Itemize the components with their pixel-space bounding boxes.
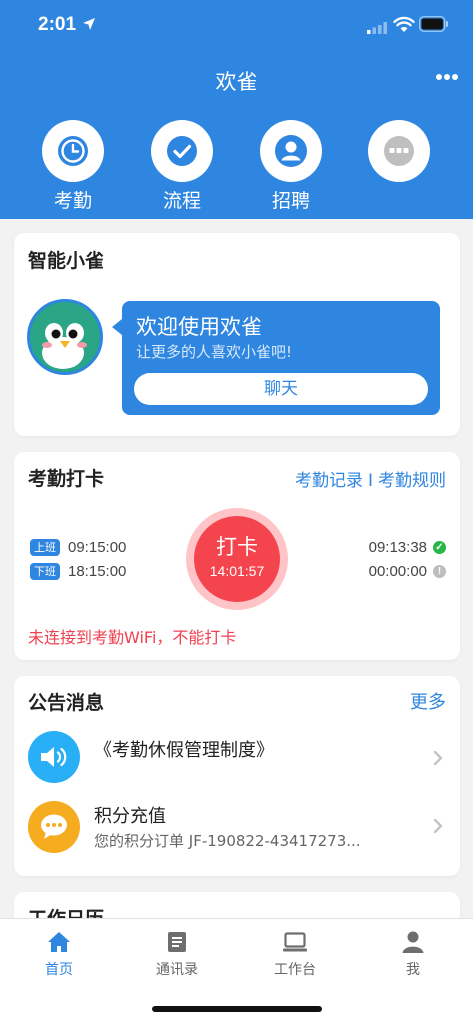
attendance-title: 考勤打卡 — [28, 468, 105, 490]
location-arrow-icon — [83, 18, 95, 30]
tab-home[interactable]: 首页 — [0, 929, 118, 979]
off-duty-row: 下班 18:15:00 — [30, 562, 126, 580]
cellular-signal-icon — [367, 22, 387, 34]
checkout-record: 00:00:00 ! — [369, 562, 446, 580]
welcome-text: 欢迎使用欢雀 — [136, 315, 262, 339]
tab-label: 通讯录 — [156, 962, 198, 978]
penguin-mascot-icon — [30, 302, 100, 372]
app-header: 2:01 欢雀 考勤 流程 招聘 — [0, 0, 473, 219]
notices-more-link[interactable]: 更多 — [410, 688, 446, 714]
off-duty-tag: 下班 — [30, 562, 60, 580]
shortcut-workflow[interactable]: 流程 — [150, 120, 214, 213]
home-indicator — [152, 1006, 322, 1012]
punch-button[interactable]: 打卡 14:01:57 — [194, 516, 280, 602]
check-icon — [167, 136, 197, 166]
success-check-icon: ✓ — [433, 540, 446, 554]
attendance-records-link[interactable]: 考勤记录 — [295, 471, 363, 491]
more-menu-icon[interactable] — [435, 72, 459, 82]
punch-label: 打卡 — [216, 535, 258, 559]
tab-me[interactable]: 我 — [354, 929, 472, 979]
on-duty-time: 09:15:00 — [68, 538, 127, 556]
user-icon — [402, 931, 424, 953]
chevron-right-icon — [433, 818, 443, 834]
status-time: 2:01 — [38, 14, 77, 35]
wifi-warning: 未连接到考勤WiFi，不能打卡 — [28, 628, 237, 647]
speaker-icon — [28, 731, 80, 783]
shortcut-recruit[interactable]: 招聘 — [259, 120, 323, 213]
chevron-right-icon — [433, 750, 443, 766]
home-icon — [48, 932, 70, 952]
status-bar: 2:01 — [0, 0, 473, 50]
welcome-bubble: 欢迎使用欢雀 让更多的人喜欢小雀吧! 聊天 — [112, 301, 440, 415]
person-icon — [275, 135, 307, 167]
page-title: 欢雀 — [215, 70, 258, 94]
notice-item[interactable]: 积分充值 您的积分订单 JF-190822-43417273... — [14, 798, 460, 858]
clock-icon — [58, 136, 88, 166]
shortcut-more[interactable] — [367, 120, 431, 182]
battery-icon — [419, 16, 448, 32]
on-duty-row: 上班 09:15:00 — [30, 538, 126, 556]
punch-clock: 14:01:57 — [209, 563, 265, 579]
assistant-avatar — [27, 299, 103, 375]
checkout-time: 00:00:00 — [368, 562, 427, 580]
assistant-card: 智能小雀 欢迎使用欢雀 让更多的人喜欢小雀吧! 聊天 — [14, 233, 460, 436]
tab-label: 工作台 — [274, 962, 316, 978]
more-dots-icon — [384, 136, 414, 166]
tab-label: 我 — [406, 962, 420, 978]
tab-label: 首页 — [45, 962, 73, 978]
notice-subtitle: 您的积分订单 JF-190822-43417273... — [94, 832, 361, 850]
shortcut-label: 流程 — [162, 190, 201, 212]
contacts-icon — [168, 932, 186, 952]
link-separator: I — [367, 471, 373, 491]
off-duty-time: 18:15:00 — [68, 562, 127, 580]
on-duty-tag: 上班 — [30, 538, 60, 556]
checkin-record: 09:13:38 ✓ — [369, 538, 446, 556]
tab-workbench[interactable]: 工作台 — [236, 929, 354, 979]
attendance-card: 考勤打卡 考勤记录 I 考勤规则 上班 09:15:00 下班 18:15:00 打… — [14, 452, 460, 660]
checkin-time: 09:13:38 — [368, 538, 427, 556]
welcome-subtitle: 让更多的人喜欢小雀吧! — [136, 343, 293, 361]
shortcut-attendance[interactable]: 考勤 — [41, 120, 105, 213]
chat-bubble-icon — [28, 801, 80, 853]
attendance-links: 考勤记录 I 考勤规则 — [295, 466, 446, 491]
punch-button-ring: 打卡 14:01:57 — [186, 508, 288, 610]
chat-button[interactable]: 聊天 — [134, 373, 428, 405]
shortcut-label: 招聘 — [271, 190, 310, 212]
notice-item[interactable]: 《考勤休假管理制度》 — [14, 728, 460, 788]
info-exclamation-icon: ! — [433, 564, 446, 578]
notice-title: 《考勤休假管理制度》 — [94, 740, 274, 761]
tab-contacts[interactable]: 通讯录 — [118, 929, 236, 979]
notices-card: 公告消息 更多 《考勤休假管理制度》 积分充值 您的积分订单 JF-190822… — [14, 676, 460, 876]
notice-title: 积分充值 — [94, 806, 166, 827]
laptop-icon — [283, 932, 307, 952]
shortcut-label: 考勤 — [53, 190, 92, 212]
assistant-title: 智能小雀 — [28, 250, 105, 272]
attendance-rules-link[interactable]: 考勤规则 — [378, 471, 446, 491]
wifi-icon — [393, 16, 415, 32]
notices-title: 公告消息 — [28, 692, 105, 714]
